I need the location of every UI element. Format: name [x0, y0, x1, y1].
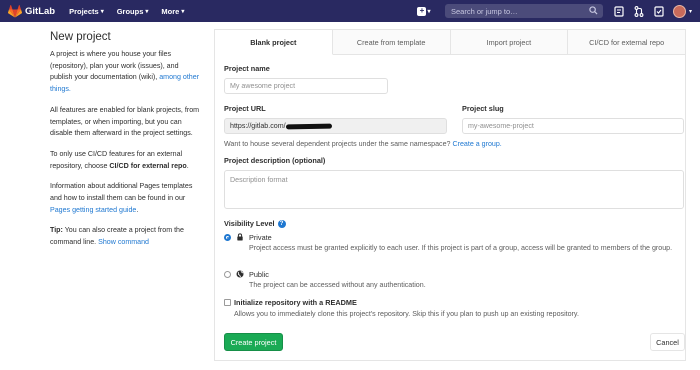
issues-icon[interactable] [613, 5, 625, 17]
tab-import-project[interactable]: Import project [451, 30, 569, 54]
gitlab-fox-icon [8, 4, 22, 17]
plus-icon: + [417, 6, 427, 16]
avatar[interactable] [672, 4, 686, 18]
project-slug-label: Project slug [462, 104, 504, 113]
brand-name: GitLab [25, 5, 56, 17]
pages-end: . [136, 205, 139, 214]
public-description: The project can be accessed without any … [249, 281, 426, 289]
intro-paragraph: A project is where you house your files … [50, 49, 200, 96]
show-command-link[interactable]: Show command [98, 238, 149, 246]
public-title: Public [249, 270, 269, 279]
project-name-input[interactable]: My awesome project [224, 78, 388, 94]
sidebar-info: New project A project is where you house… [50, 31, 200, 258]
project-url-label: Project URL [224, 104, 266, 113]
description-textarea[interactable]: Description format [224, 170, 684, 209]
tab-blank-project[interactable]: Blank project [215, 30, 333, 55]
chevron-down-icon: ▾ [427, 8, 431, 15]
cicd-paragraph: To only use CI/CD features for an extern… [50, 149, 200, 172]
pages-guide-link[interactable]: Pages getting started guide [50, 206, 136, 214]
radio-public[interactable] [224, 271, 231, 278]
cicd-end: . [186, 161, 189, 170]
tab-create-from-template[interactable]: Create from template [333, 30, 451, 54]
chevron-down-icon[interactable]: ▾ [689, 8, 692, 15]
radio-private[interactable] [224, 234, 231, 241]
nav-more-label: More [161, 6, 180, 16]
nav-more[interactable]: More ▾ [161, 7, 184, 16]
gitlab-logo[interactable]: GitLab [8, 4, 56, 18]
private-description: Project access must be granted explicitl… [249, 244, 673, 252]
namespace-help: Want to house several dependent projects… [224, 140, 502, 148]
tip-paragraph: Tip: You can also create a project from … [50, 225, 200, 248]
project-slug-input[interactable]: my-awesome-project [462, 118, 684, 134]
redacted-namespace [285, 123, 332, 129]
namespace-help-text: Want to house several dependent projects… [224, 140, 451, 148]
nav-right: + ▾ Search or jump to… ▾ [415, 0, 700, 22]
project-tabs: Blank project Create from template Impor… [215, 30, 685, 55]
readme-help: Allows you to immediately clone this pro… [234, 310, 579, 318]
cancel-button[interactable]: Cancel [650, 333, 685, 351]
chevron-down-icon: ▾ [145, 8, 149, 15]
search-icon [589, 6, 598, 15]
page-title: New project [50, 31, 111, 43]
question-icon[interactable]: ? [277, 219, 286, 228]
nav-projects[interactable]: Projects ▾ [69, 7, 104, 16]
merge-request-icon[interactable] [633, 5, 645, 17]
search-input[interactable]: Search or jump to… [444, 4, 603, 18]
globe-icon [236, 270, 244, 278]
project-name-label: Project name [224, 64, 270, 73]
tip-bold: Tip: [50, 226, 63, 235]
nav-groups-label: Groups [116, 6, 144, 16]
chevron-down-icon: ▾ [181, 8, 185, 15]
lock-icon [237, 233, 243, 241]
create-project-button[interactable]: Create project [224, 333, 283, 351]
new-item-button[interactable]: + ▾ [415, 5, 433, 17]
pages-paragraph: Information about additional Pages templ… [50, 181, 200, 216]
private-title: Private [249, 233, 272, 242]
cicd-bold: CI/CD for external repo [109, 161, 187, 170]
visibility-label: Visibility Level? [224, 219, 286, 228]
tab-cicd-external-repo[interactable]: CI/CD for external repo [568, 30, 685, 54]
chevron-down-icon: ▾ [100, 8, 104, 15]
top-icons: ▾ [613, 4, 700, 18]
nav-menu: Projects ▾ Groups ▾ More ▾ [69, 7, 197, 16]
description-label: Project description (optional) [224, 156, 326, 165]
features-paragraph: All features are enabled for blank proje… [50, 105, 200, 138]
pages-text: Information about additional Pages templ… [50, 182, 193, 203]
readme-label: Initialize repository with a README [234, 298, 357, 307]
readme-checkbox[interactable] [224, 299, 231, 306]
top-navbar: GitLab Projects ▾ Groups ▾ More ▾ + ▾ Search… [0, 0, 700, 22]
todos-icon[interactable] [653, 5, 665, 17]
create-group-link[interactable]: Create a group. [452, 140, 501, 148]
nav-groups[interactable]: Groups ▾ [117, 7, 149, 16]
visibility-label-text: Visibility Level [224, 219, 275, 228]
project-url-field[interactable]: https://gitlab.com/ [224, 118, 447, 134]
search-placeholder: Search or jump to… [450, 6, 518, 16]
project-url-value: https://gitlab.com/ [230, 122, 286, 130]
nav-projects-label: Projects [69, 6, 99, 16]
